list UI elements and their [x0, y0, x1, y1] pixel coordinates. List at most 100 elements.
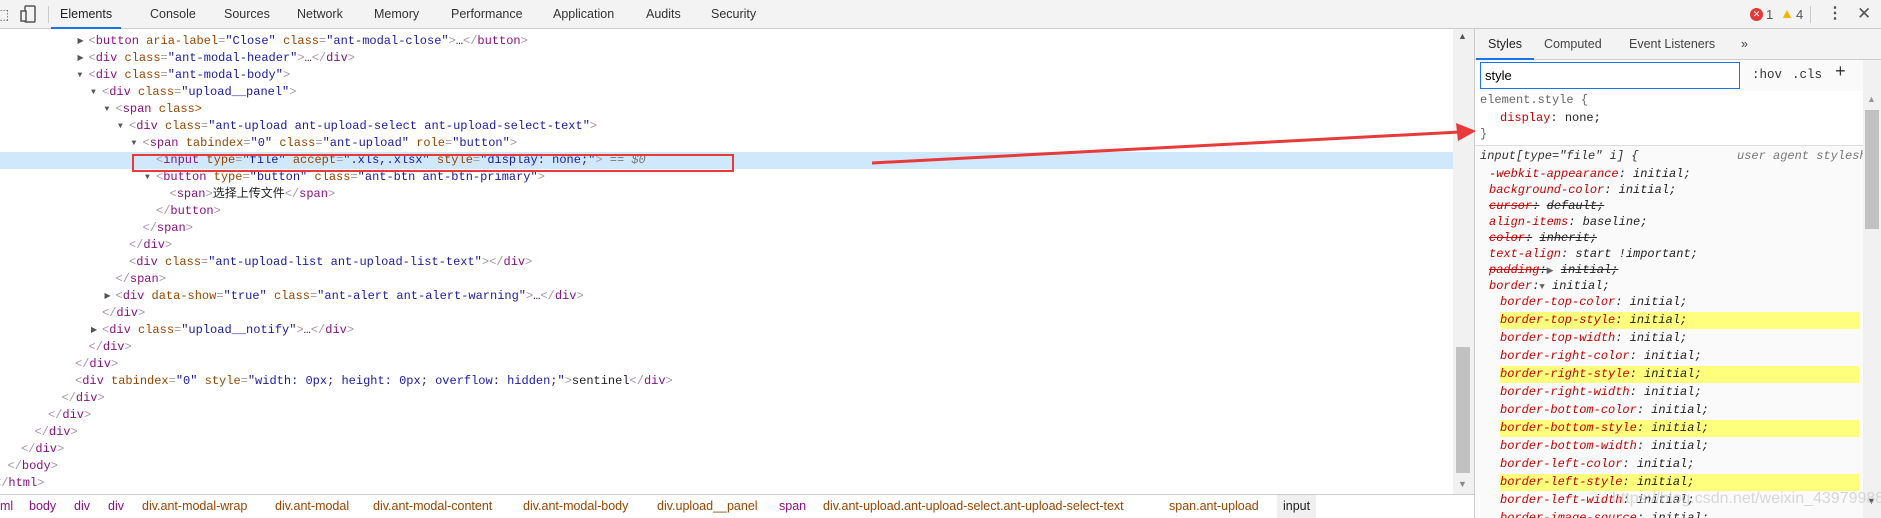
scroll-up-icon[interactable]: ▲ — [1867, 94, 1876, 104]
dom-node[interactable]: </div> — [0, 305, 1453, 322]
expand-triangle-icon[interactable]: ▶ — [78, 33, 84, 50]
tab-network[interactable]: Network — [297, 0, 343, 29]
class-toggle[interactable]: .cls — [1792, 62, 1822, 89]
style-property[interactable]: cursor: default; — [1489, 198, 1604, 215]
dom-node[interactable]: ▼ <div class="ant-modal-body"> — [0, 67, 1453, 84]
style-property[interactable]: color: inherit; — [1489, 230, 1597, 247]
new-style-rule-button[interactable]: + — [1835, 60, 1846, 87]
scrollbar-thumb[interactable] — [1865, 110, 1879, 229]
warning-count[interactable]: 4 — [1796, 7, 1803, 22]
style-property[interactable]: border-left-style: initial; — [1500, 474, 1859, 491]
breadcrumb-item[interactable]: span — [779, 495, 806, 518]
breadcrumb-item[interactable]: div.ant-modal-wrap — [142, 495, 247, 518]
error-icon[interactable]: ✕ — [1750, 8, 1763, 21]
close-icon[interactable]: ✕ — [1857, 4, 1871, 24]
breadcrumb-item[interactable]: div.ant-modal-body — [523, 495, 628, 518]
scrollbar-thumb[interactable] — [1456, 347, 1470, 473]
sidebar-tab-computed[interactable]: Computed — [1544, 29, 1602, 60]
style-property[interactable]: border:▼ initial; — [1489, 278, 1610, 295]
dom-node[interactable]: ▼ <div class="ant-upload ant-upload-selec… — [0, 118, 1453, 135]
tab-console[interactable]: Console — [150, 0, 196, 29]
breadcrumb-item[interactable]: div.ant-upload.ant-upload-select.ant-upl… — [823, 495, 1124, 518]
style-property[interactable]: border-top-style: initial; — [1500, 312, 1859, 329]
styles-scrollbar[interactable]: ▲ ▼ — [1863, 60, 1881, 518]
dom-node[interactable]: </div> — [0, 356, 1453, 373]
expand-triangle-icon[interactable]: ▶ — [105, 288, 111, 305]
hover-state-toggle[interactable]: :hov — [1752, 62, 1782, 89]
style-property[interactable]: padding:▶ initial; — [1489, 262, 1618, 279]
dom-node[interactable]: </span> — [0, 220, 1453, 237]
style-property[interactable]: border-top-width: initial; — [1500, 330, 1687, 347]
scroll-up-icon[interactable]: ▲ — [1458, 31, 1467, 41]
breadcrumb-item[interactable]: div — [108, 495, 124, 518]
tab-memory[interactable]: Memory — [374, 0, 419, 29]
dom-node[interactable]: </div> — [0, 237, 1453, 254]
style-property[interactable]: text-align: start !important; — [1489, 246, 1698, 263]
breadcrumb-item[interactable]: div.upload__panel — [657, 495, 758, 518]
dom-node[interactable]: ▶ <button aria-label="Close" class="ant-m… — [0, 33, 1453, 50]
scroll-down-icon[interactable]: ▼ — [1458, 479, 1467, 489]
more-tabs-button[interactable]: » — [1741, 29, 1748, 60]
dom-node[interactable]: </html> — [0, 475, 1453, 492]
breadcrumb-item[interactable]: div.ant-modal-content — [373, 495, 492, 518]
tab-elements[interactable]: Elements — [51, 0, 122, 29]
style-property[interactable]: display: none; — [1500, 110, 1601, 127]
style-property[interactable]: border-top-color: initial; — [1500, 294, 1687, 311]
breadcrumb-item[interactable]: input — [1277, 495, 1317, 518]
expand-triangle-icon[interactable]: ▶ — [1547, 266, 1554, 276]
warning-icon[interactable]: ▲ — [1780, 5, 1794, 21]
dom-node[interactable]: </div> — [0, 390, 1453, 407]
dom-node[interactable]: ▶ <div data-show="true" class="ant-alert … — [0, 288, 1453, 305]
style-property[interactable]: -webkit-appearance: initial; — [1489, 166, 1691, 183]
collapse-triangle-icon[interactable]: ▼ — [132, 135, 137, 152]
dom-node[interactable]: <div tabindex="0" style="width: 0px; hei… — [0, 373, 1453, 390]
dom-node[interactable]: ▼ <div class="upload__panel"> — [0, 84, 1453, 101]
error-count[interactable]: 1 — [1766, 7, 1773, 22]
breadcrumb-item[interactable]: div.ant-modal — [275, 495, 349, 518]
dom-node[interactable]: <span>选择上传文件</span> — [0, 186, 1453, 203]
style-property[interactable]: align-items: baseline; — [1489, 214, 1647, 231]
tab-audits[interactable]: Audits — [646, 0, 681, 29]
dom-node[interactable]: ▶ <div class="ant-modal-header">…</div> — [0, 50, 1453, 67]
tab-application[interactable]: Application — [553, 0, 614, 29]
style-property[interactable]: border-bottom-color: initial; — [1500, 402, 1709, 419]
dom-tree-scrollbar[interactable]: ▲ ▼ — [1453, 29, 1474, 494]
dom-node[interactable]: </div> — [0, 441, 1453, 458]
style-property[interactable]: border-left-color: initial; — [1500, 456, 1694, 473]
expand-triangle-icon[interactable]: ▶ — [91, 322, 97, 339]
dom-node[interactable]: </div> — [0, 407, 1453, 424]
dom-node[interactable]: <div class="ant-upload-list ant-upload-l… — [0, 254, 1453, 271]
inspect-element-icon[interactable]: ⬚ — [0, 6, 9, 23]
dom-node[interactable]: </button> — [0, 203, 1453, 220]
tab-security[interactable]: Security — [711, 0, 756, 29]
breadcrumb-item[interactable]: div — [74, 495, 90, 518]
more-options-icon[interactable]: ⋮ — [1827, 3, 1843, 23]
sidebar-tab-styles[interactable]: Styles — [1476, 29, 1535, 60]
dom-node[interactable]: </body> — [0, 458, 1453, 475]
styles-filter-input[interactable] — [1480, 62, 1740, 89]
dom-node[interactable]: ▼ <span class> — [0, 101, 1453, 118]
collapse-triangle-icon[interactable]: ▼ — [118, 118, 123, 135]
style-property[interactable]: border-right-width: initial; — [1500, 384, 1702, 401]
style-property[interactable]: border-bottom-width: initial; — [1500, 438, 1709, 455]
dom-node[interactable]: </div> — [0, 424, 1453, 441]
collapse-triangle-icon[interactable]: ▼ — [78, 67, 83, 84]
tab-sources[interactable]: Sources — [224, 0, 270, 29]
device-toolbar-icon[interactable] — [20, 5, 36, 26]
dom-tree[interactable]: ▶ <button aria-label="Close" class="ant-m… — [0, 29, 1453, 494]
expand-triangle-icon[interactable]: ▶ — [78, 50, 84, 67]
dom-node[interactable]: ▼ <span tabindex="0" class="ant-upload" r… — [0, 135, 1453, 152]
style-property[interactable]: border-right-color: initial; — [1500, 348, 1702, 365]
collapse-triangle-icon[interactable]: ▼ — [105, 101, 110, 118]
sidebar-tab-event-listeners[interactable]: Event Listeners — [1629, 29, 1715, 60]
style-property[interactable]: border-right-style: initial; — [1500, 366, 1859, 383]
breadcrumb-item[interactable]: body — [29, 495, 56, 518]
dom-node[interactable]: </div> — [0, 339, 1453, 356]
style-property[interactable]: border-image-source: initial; — [1500, 510, 1709, 518]
style-property[interactable]: border-bottom-style: initial; — [1500, 420, 1859, 437]
style-property[interactable]: background-color: initial; — [1489, 182, 1676, 199]
tab-performance[interactable]: Performance — [451, 0, 523, 29]
dom-node[interactable]: </span> — [0, 271, 1453, 288]
collapse-triangle-icon[interactable]: ▼ — [91, 84, 96, 101]
dom-node[interactable]: ▶ <div class="upload__notify">…</div> — [0, 322, 1453, 339]
